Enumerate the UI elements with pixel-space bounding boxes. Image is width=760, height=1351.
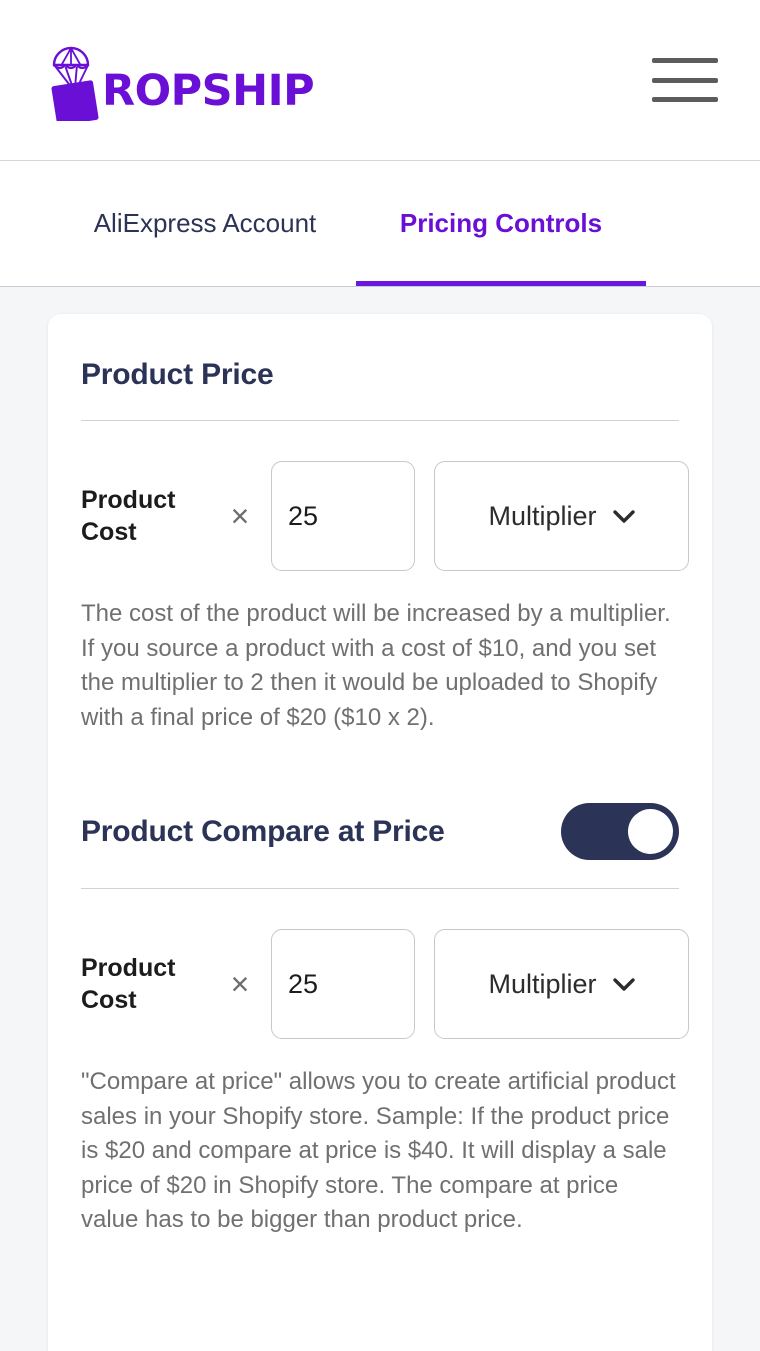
product-price-help-text: The cost of the product will be increase…: [81, 600, 671, 731]
main-content: Product Price Product Cost × Multiplier …: [0, 287, 760, 1351]
hamburger-menu-icon[interactable]: [652, 58, 718, 102]
tab-aliexpress-account[interactable]: AliExpress Account: [54, 161, 356, 286]
multiply-icon: ×: [230, 498, 250, 534]
tab-label: Pricing Controls: [399, 208, 603, 238]
compare-at-price-mode-select[interactable]: Multiplier: [434, 929, 689, 1040]
select-value-label: Multiplier: [488, 968, 597, 999]
toggle-knob: [628, 809, 673, 855]
compare-at-price-toggle[interactable]: [561, 803, 679, 861]
app-header: ROPSHIP: [0, 0, 760, 161]
brand-wordmark: ROPSHIP: [102, 66, 315, 116]
section-title-compare-at-price: Product Compare at Price: [81, 814, 445, 848]
compare-at-price-row: Product Cost × Multiplier: [81, 889, 689, 1040]
chevron-down-icon: [612, 977, 635, 991]
parachute-box-icon: [48, 39, 106, 126]
tab-pricing-controls[interactable]: Pricing Controls: [356, 161, 646, 286]
tab-bar: nts AliExpress Account Pricing Controls: [0, 161, 760, 287]
product-price-row: Product Cost × Multiplier: [81, 421, 689, 571]
tab-accounts[interactable]: nts: [0, 161, 54, 286]
chevron-down-icon: [612, 509, 635, 523]
compare-at-price-help-text: "Compare at price" allows you to create …: [81, 1068, 676, 1234]
section-title-product-price: Product Price: [81, 358, 274, 391]
compare-cost-label: Product Cost: [81, 954, 176, 1015]
product-compare-at-price-header: Product Compare at Price: [81, 735, 679, 861]
product-price-header: Product Price: [81, 358, 679, 392]
product-cost-label: Product Cost: [81, 486, 176, 546]
tab-label: AliExpress Account: [93, 208, 317, 238]
compare-at-price-multiplier-input[interactable]: [271, 929, 415, 1040]
pricing-controls-card: Product Price Product Cost × Multiplier …: [48, 314, 712, 1351]
product-price-mode-select[interactable]: Multiplier: [434, 461, 689, 571]
brand-logo[interactable]: ROPSHIP: [48, 39, 315, 126]
select-value-label: Multiplier: [488, 500, 597, 531]
product-price-multiplier-input[interactable]: [271, 461, 415, 571]
multiply-icon: ×: [230, 966, 250, 1003]
